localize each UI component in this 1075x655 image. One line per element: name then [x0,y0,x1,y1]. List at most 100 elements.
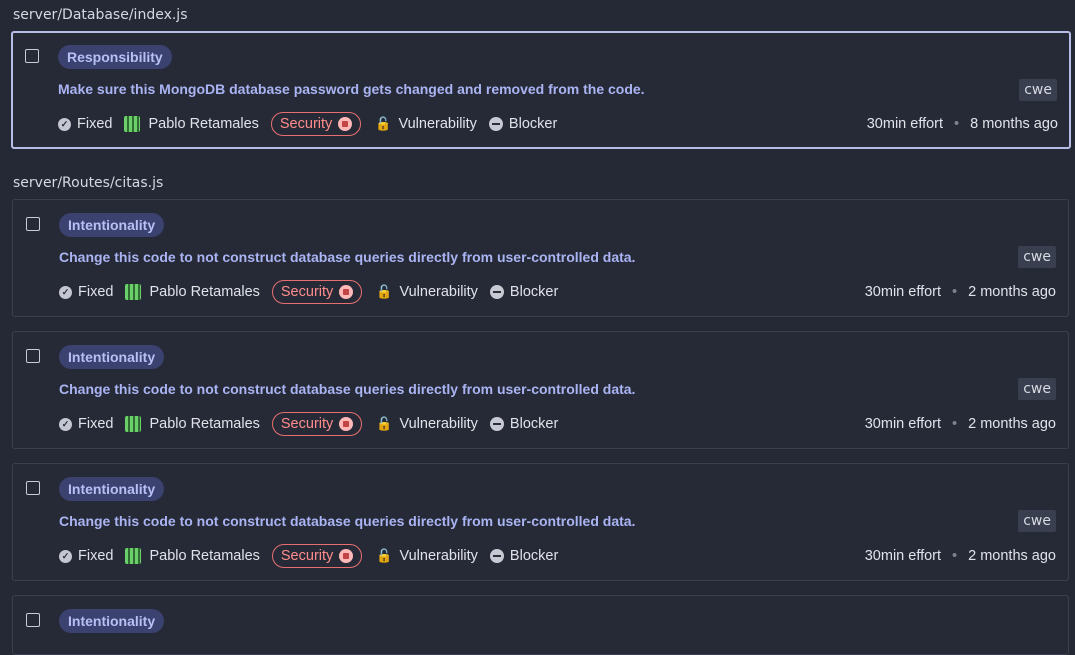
issue-checkbox[interactable] [26,349,40,363]
security-label: Security [280,548,334,564]
issue-severity: Blocker [488,116,558,132]
status-label: Fixed [78,284,114,300]
blocker-icon [488,117,503,131]
issue-message-link[interactable]: Make sure this MongoDB database password… [58,81,645,97]
separator-dot: • [952,284,958,300]
age-label: 2 months ago [968,416,1056,432]
effort-label: 30min effort [864,284,942,300]
age-label: 8 months ago [970,116,1058,132]
issue-checkbox[interactable] [26,217,40,231]
status[interactable]: ✓ Fixed [58,116,112,132]
issue-checkbox[interactable] [25,49,39,63]
assignee[interactable]: Pablo Retamales [125,548,260,564]
issue-type-label: Vulnerability [399,284,478,300]
severity-label: Blocker [509,416,559,432]
issue-severity: Blocker [489,548,559,564]
severity-blocker-icon [339,285,354,299]
issue-message-link[interactable]: Change this code to not construct databa… [59,513,635,529]
assignee[interactable]: Pablo Retamales [125,284,260,300]
issue-meta-row: ✓ Fixed Pablo Retamales Security 🔓 Vulnera… [59,544,1056,568]
issue-type: 🔓 Vulnerability [376,416,478,432]
issue-meta-row: ✓ Fixed Pablo Retamales Security 🔓 Vulnera… [59,280,1056,304]
blocker-icon [489,285,504,299]
issue-type: 🔓 Vulnerability [375,116,477,132]
tag-badge[interactable]: cwe [1018,246,1056,268]
assignee-name: Pablo Retamales [149,416,260,432]
issue-checkbox[interactable] [26,481,40,495]
assignee-name: Pablo Retamales [149,548,260,564]
separator-dot: • [952,548,958,564]
security-label: Security [280,416,334,432]
issue-message-link[interactable]: Change this code to not construct databa… [59,381,635,397]
issue-message-link[interactable]: Change this code to not construct databa… [59,249,635,265]
avatar [125,548,142,564]
separator-dot: • [954,116,960,132]
blocker-icon [489,549,504,563]
effort-label: 30min effort [864,548,942,564]
issue-type: 🔓 Vulnerability [376,548,478,564]
blocker-icon [489,417,504,431]
issue-card[interactable]: Intentionality [12,595,1069,655]
check-circle-icon: ✓ [59,285,72,299]
clean-code-attribute-badge: Responsibility [58,45,172,69]
issue-meta-row: ✓ Fixed Pablo Retamales Security 🔓 Vulnera… [59,412,1056,436]
severity-blocker-icon [338,117,353,131]
tag-badge[interactable]: cwe [1018,510,1056,532]
issue-meta-row: ✓ Fixed Pablo Retamales Security 🔓 Vulnera… [58,112,1058,136]
issue-severity: Blocker [489,416,559,432]
status-label: Fixed [78,416,114,432]
file-path-header: server/Database/index.js [13,7,188,23]
lock-open-icon: 🔓 [376,548,393,563]
assignee[interactable]: Pablo Retamales [124,116,259,132]
status-label: Fixed [77,116,113,132]
issue-checkbox[interactable] [26,613,40,627]
severity-blocker-icon [339,417,354,431]
avatar [125,416,142,432]
tag-badge[interactable]: cwe [1018,378,1056,400]
clean-code-attribute-badge: Intentionality [59,477,165,501]
security-label: Security [280,284,334,300]
issue-type: 🔓 Vulnerability [376,284,478,300]
check-circle-icon: ✓ [59,549,72,563]
issue-card[interactable]: Intentionality Change this code to not c… [12,463,1069,581]
issue-type-label: Vulnerability [399,416,478,432]
status[interactable]: ✓ Fixed [59,416,113,432]
status[interactable]: ✓ Fixed [59,284,113,300]
avatar [124,116,141,132]
status-label: Fixed [78,548,114,564]
clean-code-attribute-badge: Intentionality [59,345,165,369]
file-path-header: server/Routes/citas.js [13,175,164,191]
separator-dot: • [952,416,958,432]
check-circle-icon: ✓ [58,117,71,131]
severity-label: Blocker [508,116,558,132]
lock-open-icon: 🔓 [375,116,392,131]
effort-label: 30min effort [864,416,942,432]
software-quality-security-badge[interactable]: Security [270,112,362,136]
severity-label: Blocker [509,284,559,300]
security-label: Security [279,116,333,132]
lock-open-icon: 🔓 [376,284,393,299]
clean-code-attribute-badge: Intentionality [59,609,165,633]
severity-blocker-icon [339,549,354,563]
tag-badge[interactable]: cwe [1019,79,1057,101]
issue-severity: Blocker [489,284,559,300]
issue-card[interactable]: Intentionality Change this code to not c… [12,331,1069,449]
effort-label: 30min effort [866,116,944,132]
assignee[interactable]: Pablo Retamales [125,416,260,432]
issue-type-label: Vulnerability [399,548,478,564]
avatar [125,284,142,300]
assignee-name: Pablo Retamales [149,284,260,300]
software-quality-security-badge[interactable]: Security [271,412,363,436]
check-circle-icon: ✓ [59,417,72,431]
lock-open-icon: 🔓 [376,416,393,431]
status[interactable]: ✓ Fixed [59,548,113,564]
issue-card[interactable]: Intentionality Change this code to not c… [12,199,1069,317]
software-quality-security-badge[interactable]: Security [271,280,363,304]
clean-code-attribute-badge: Intentionality [59,213,165,237]
software-quality-security-badge[interactable]: Security [271,544,363,568]
issue-card[interactable]: Responsibility Make sure this MongoDB da… [11,31,1071,149]
age-label: 2 months ago [968,548,1056,564]
issue-type-label: Vulnerability [398,116,477,132]
age-label: 2 months ago [968,284,1056,300]
severity-label: Blocker [509,548,559,564]
